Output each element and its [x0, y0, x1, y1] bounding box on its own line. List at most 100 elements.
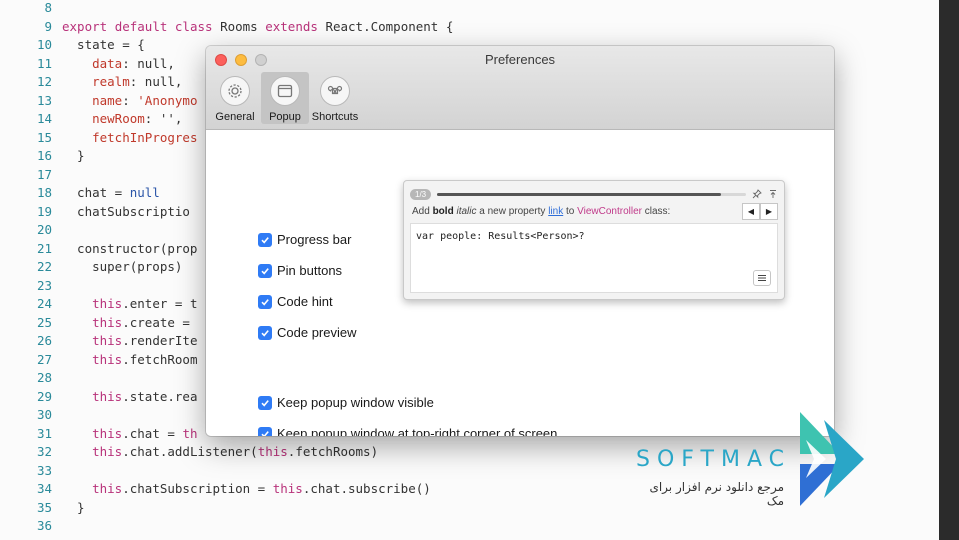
- code-token: .chat =: [122, 425, 183, 441]
- code-token: class: [174, 18, 221, 34]
- code-token: realm: [92, 74, 130, 89]
- tab-popup-label: Popup: [269, 111, 301, 123]
- line-number: 29: [36, 388, 52, 404]
- option-label: Code preview: [277, 325, 357, 340]
- line-number: 24: [36, 296, 52, 311]
- checkbox-checked-icon[interactable]: [258, 325, 272, 340]
- menu-icon[interactable]: [753, 270, 771, 286]
- hint-mid: a new property: [476, 206, 549, 217]
- option-label: Keep popup window visible: [277, 395, 434, 410]
- option-code-hint[interactable]: Code hint: [258, 294, 333, 309]
- code-token: .state.rea: [122, 388, 198, 404]
- code-token: constructor(prop: [62, 240, 198, 256]
- brand-name: SOFTMAC: [636, 447, 791, 472]
- code-line: 36: [0, 517, 940, 536]
- line-number: 17: [36, 166, 52, 182]
- code-token: : null,: [122, 55, 175, 71]
- line-number: 30: [36, 407, 52, 422]
- code-token: .renderIte: [122, 333, 198, 348]
- checkbox-checked-icon[interactable]: [258, 395, 272, 410]
- title-bar: Preferences General Popup Shortcuts: [206, 46, 834, 130]
- code-line: 9 export default class Rooms extends Reac…: [0, 18, 940, 37]
- option-progress-bar[interactable]: Progress bar: [258, 232, 351, 247]
- option-label: Keep popup window at top-right corner of…: [277, 426, 558, 436]
- line-number: 34: [36, 481, 52, 496]
- code-token: : null,: [129, 74, 183, 89]
- line-number: 9: [44, 18, 52, 34]
- checkbox-checked-icon[interactable]: [258, 294, 272, 309]
- tab-popup[interactable]: Popup: [261, 72, 309, 124]
- line-number: 33: [36, 462, 52, 478]
- tab-shortcuts[interactable]: Shortcuts: [311, 72, 359, 124]
- code-token: this: [92, 314, 123, 330]
- code-token: export: [62, 18, 115, 34]
- line-number: 22: [36, 259, 52, 274]
- checkbox-checked-icon[interactable]: [258, 232, 272, 247]
- line-number: 36: [36, 518, 52, 533]
- window-title: Preferences: [484, 52, 556, 67]
- checkbox-checked-icon[interactable]: [258, 263, 272, 278]
- code-token: null: [129, 185, 160, 200]
- option-keep-visible[interactable]: Keep popup window visible: [258, 395, 434, 410]
- hint-prefix: Add: [412, 206, 433, 217]
- line-number: 35: [36, 499, 52, 515]
- option-label: Code hint: [277, 294, 333, 309]
- code-token: extends: [265, 18, 326, 34]
- code-token: .fetchRoom: [122, 351, 198, 367]
- code-token: chatSubscriptio: [62, 203, 190, 219]
- code-token: .create =: [122, 314, 198, 330]
- line-number: 27: [36, 351, 52, 367]
- code-token: .chat.addListener(: [122, 444, 258, 459]
- window-icon: [270, 76, 300, 106]
- option-label: Progress bar: [277, 232, 352, 247]
- code-token: this: [92, 296, 123, 311]
- line-number: 14: [36, 111, 52, 126]
- pin-icon[interactable]: [752, 189, 762, 199]
- line-number: 20: [36, 222, 52, 237]
- code-token: this: [92, 425, 123, 441]
- hint-navigation: ◀ ▶: [742, 203, 778, 220]
- code-token: data: [92, 55, 123, 71]
- code-token: }: [62, 499, 85, 515]
- pin-top-icon[interactable]: [768, 189, 778, 199]
- hint-link[interactable]: link: [548, 206, 563, 217]
- option-keep-top-right[interactable]: Keep popup window at top-right corner of…: [258, 426, 557, 436]
- progress-bar: [437, 192, 746, 196]
- code-token: 'Anonymo: [137, 92, 198, 108]
- code-token: .chatSubscription =: [122, 481, 273, 496]
- background-strip: [939, 0, 959, 540]
- brand-tagline: مرجع دانلود نرم افزار برای مک: [649, 480, 784, 508]
- code-token: fetchInProgres: [92, 129, 198, 145]
- line-number: 8: [44, 0, 52, 15]
- tab-general-label: General: [215, 111, 255, 123]
- code-token: newRoom: [92, 111, 145, 126]
- line-number: 28: [36, 370, 52, 385]
- checkbox-checked-icon[interactable]: [258, 426, 272, 436]
- option-code-preview[interactable]: Code preview: [258, 325, 357, 340]
- code-token: super(props): [62, 259, 183, 274]
- option-label: Pin buttons: [277, 263, 343, 278]
- tab-general[interactable]: General: [211, 72, 259, 124]
- next-hint-button[interactable]: ▶: [760, 203, 778, 220]
- line-number: 23: [36, 277, 52, 293]
- command-icon: [320, 76, 350, 106]
- prev-hint-button[interactable]: ◀: [742, 203, 760, 220]
- preferences-toolbar: General Popup Shortcuts: [211, 72, 359, 124]
- code-token: this: [92, 444, 123, 459]
- popup-progress-row: 1/3: [410, 187, 778, 201]
- code-token: this: [92, 333, 123, 348]
- code-preview-text: var people: Results<Person>?: [416, 231, 585, 242]
- hint-italic: italic: [456, 206, 477, 217]
- option-pin-buttons[interactable]: Pin buttons: [258, 263, 342, 278]
- code-token: }: [62, 148, 85, 163]
- line-number: 21: [36, 240, 52, 256]
